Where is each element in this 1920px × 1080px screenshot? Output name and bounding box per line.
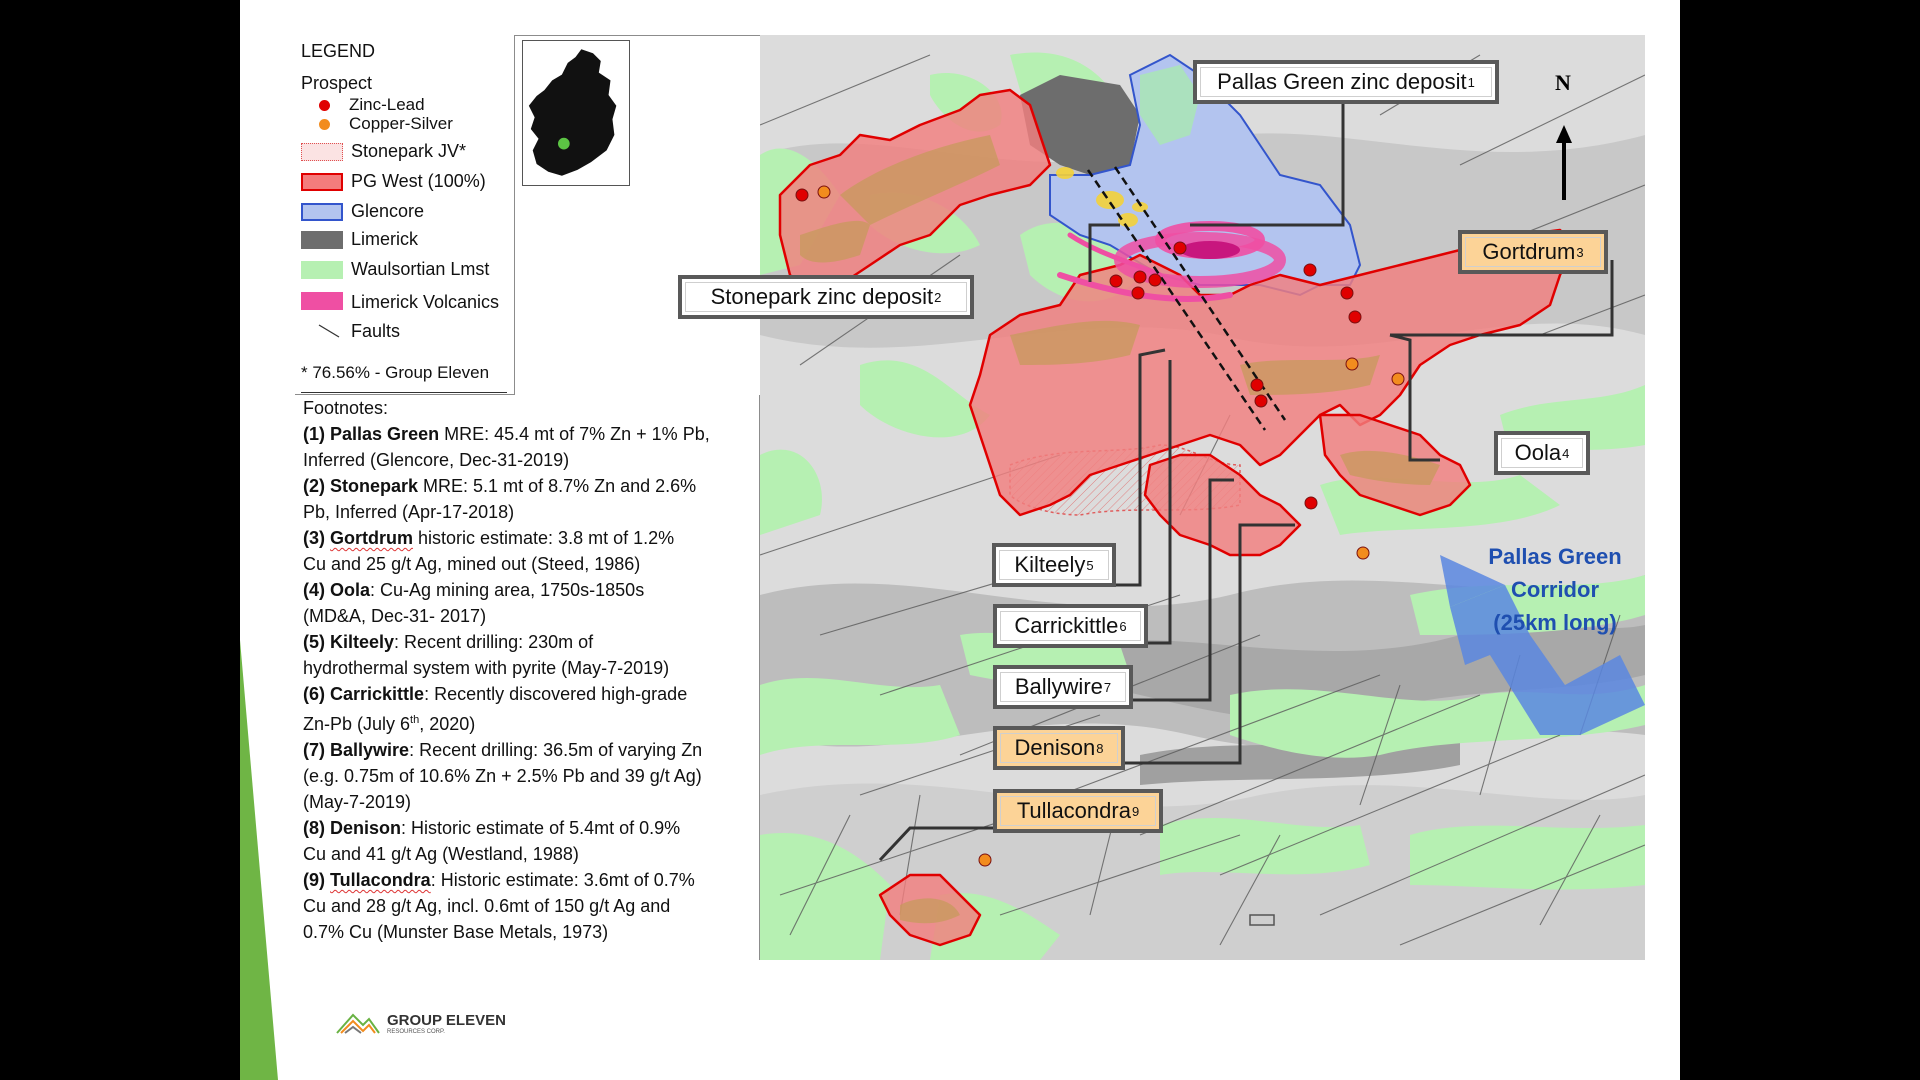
footnote-8: (8) Denison: Historic estimate of 5.4mt … <box>303 818 681 864</box>
fault-line-icon <box>318 324 340 338</box>
legend-waulsortian: Waulsortian Lmst <box>351 259 490 279</box>
callout-tullacondra: Tullacondra 9 <box>993 789 1163 833</box>
legend-volcanics: Limerick Volcanics <box>351 292 500 312</box>
legend-glencore: Glencore <box>351 201 425 221</box>
legend-pg-west: PG West (100%) <box>351 171 486 191</box>
legend-note-rule <box>301 392 507 393</box>
legend-faults: Faults <box>351 321 401 341</box>
legend: LEGEND Prospect Zinc-Lead Copper-Silver … <box>295 35 515 395</box>
legend-stonepark: Stonepark JV* <box>351 141 467 161</box>
corridor-label: Pallas Green Corridor (25km long) <box>1488 544 1622 635</box>
glencore-swatch <box>301 203 343 221</box>
footnotes-heading: Footnotes: <box>303 398 389 418</box>
logo-name: GROUP ELEVEN <box>387 1012 506 1029</box>
waulsortian-swatch <box>301 261 343 279</box>
footnote-4: (4) Oola: Cu-Ag mining area, 1750s-1850s… <box>303 580 645 626</box>
footnote-2: (2) Stonepark MRE: 5.1 mt of 8.7% Zn and… <box>303 476 697 522</box>
copper-silver-dot-icon <box>319 119 330 130</box>
footnote-9: (9) Tullacondra: Historic estimate: 3.6m… <box>303 870 695 942</box>
callout-pallas-green: Pallas Green zinc deposit 1 <box>1193 60 1499 104</box>
group-eleven-logo: GROUP ELEVEN RESOURCES CORP. <box>335 1005 535 1045</box>
legend-prospect-copper-silver: Copper-Silver <box>349 114 453 133</box>
geology-map <box>760 35 1645 960</box>
callout-oola: Oola 4 <box>1494 431 1590 475</box>
callout-stonepark: Stonepark zinc deposit 2 <box>678 275 974 319</box>
callout-carrickittle: Carrickittle 6 <box>993 604 1148 648</box>
footnote-3: (3) Gortdrum historic estimate: 3.8 mt o… <box>303 528 675 574</box>
legend-prospect-zinc-lead: Zinc-Lead <box>349 95 425 114</box>
legend-prospect-heading: Prospect <box>301 73 373 93</box>
footnote-6: (6) Carrickittle: Recently discovered hi… <box>303 684 688 734</box>
legend-note: * 76.56% - Group Eleven <box>301 363 490 382</box>
legend-title: LEGEND <box>301 41 376 61</box>
logo-sub: RESOURCES CORP. <box>387 1029 445 1035</box>
callout-denison: Denison 8 <box>993 726 1125 770</box>
mountain-logo-icon <box>336 1013 380 1034</box>
ireland-inset-map <box>522 40 630 186</box>
callout-ballywire: Ballywire 7 <box>993 665 1133 709</box>
volcanics-swatch <box>301 292 343 310</box>
stonepark-swatch <box>301 143 343 161</box>
legend-limerick: Limerick <box>351 229 419 249</box>
north-arrow-label: N <box>1555 70 1571 95</box>
pg-west-swatch <box>301 173 343 191</box>
footnotes: Footnotes: (1) Pallas Green MRE: 45.4 mt… <box>295 395 760 960</box>
callout-gortdrum: Gortdrum 3 <box>1458 230 1608 274</box>
footnote-5: (5) Kilteely: Recent drilling: 230m of hy… <box>303 632 670 678</box>
callout-kilteely: Kilteely 5 <box>992 543 1116 587</box>
slide: LEGEND Prospect Zinc-Lead Copper-Silver … <box>240 0 1680 1080</box>
footnote-1: (1) Pallas Green MRE: 45.4 mt of 7% Zn +… <box>303 424 710 470</box>
zinc-lead-dot-icon <box>319 100 330 111</box>
footnote-7: (7) Ballywire: Recent drilling: 36.5m of… <box>303 740 703 812</box>
limerick-swatch <box>301 231 343 249</box>
